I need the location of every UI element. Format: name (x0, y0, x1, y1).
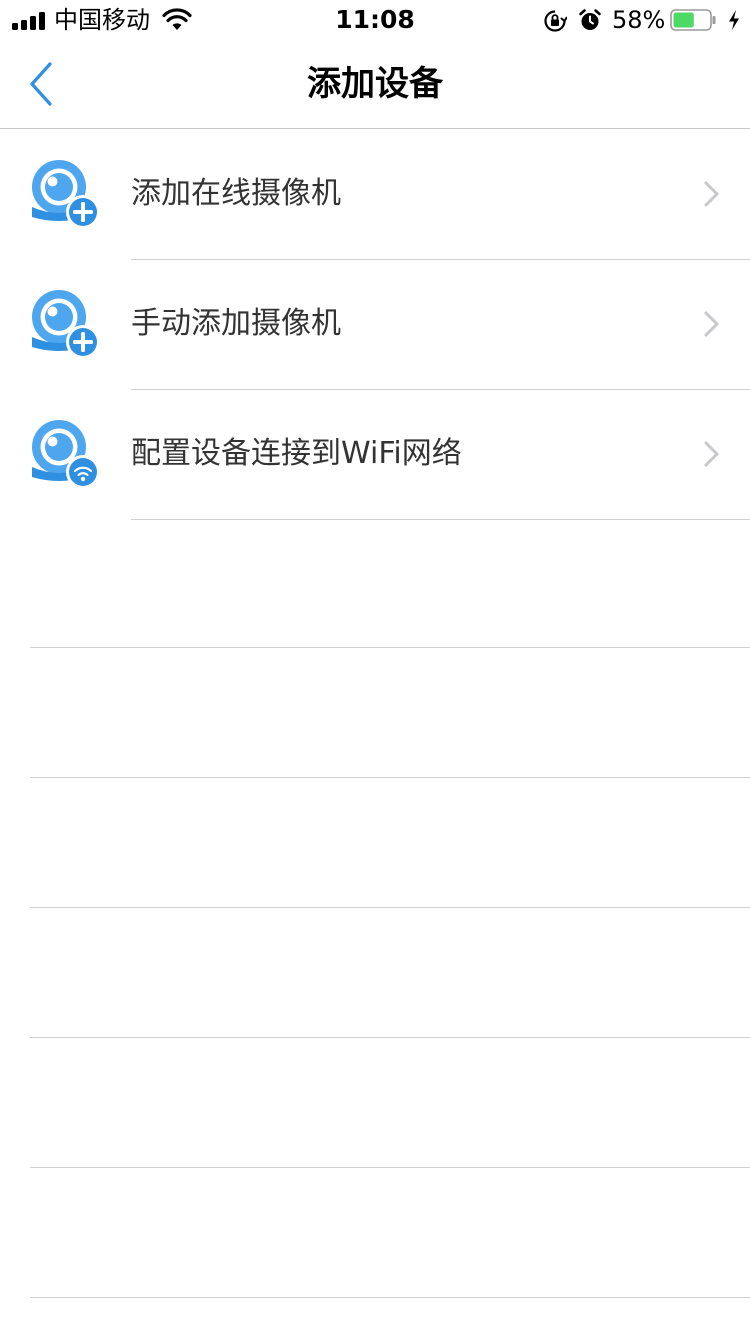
add-device-list: 添加在线摄像机 手动添加摄像机 配置设备连接到WiFi网络 (0, 129, 750, 520)
divider (30, 777, 750, 778)
chevron-right-icon (704, 441, 719, 467)
divider (30, 1297, 750, 1298)
chevron-right-icon (704, 181, 719, 207)
list-item-label: 配置设备连接到WiFi网络 (131, 436, 462, 471)
list-item-label: 手动添加摄像机 (131, 306, 341, 341)
divider (30, 1167, 750, 1168)
battery-percent: 58% (612, 6, 666, 34)
nav-bar: 添加设备 (0, 40, 750, 129)
chevron-right-icon (704, 311, 719, 337)
camera-add-icon (32, 160, 100, 229)
page-title: 添加设备 (307, 64, 443, 104)
battery-icon (670, 9, 716, 31)
divider (30, 907, 750, 908)
list-item-label: 添加在线摄像机 (131, 176, 341, 211)
camera-add-icon (32, 290, 100, 359)
divider (30, 1037, 750, 1038)
orientation-lock-icon (544, 10, 567, 32)
list-item-config-wifi[interactable]: 配置设备连接到WiFi网络 (0, 389, 750, 520)
alarm-icon (579, 9, 601, 30)
divider (131, 519, 750, 520)
status-bar: 中国移动 11:08 58% (0, 0, 750, 40)
list-item-add-online-camera[interactable]: 添加在线摄像机 (0, 129, 750, 260)
charging-icon (729, 10, 739, 30)
divider (30, 647, 750, 648)
camera-wifi-icon (32, 420, 100, 489)
list-item-manual-add-camera[interactable]: 手动添加摄像机 (0, 259, 750, 390)
